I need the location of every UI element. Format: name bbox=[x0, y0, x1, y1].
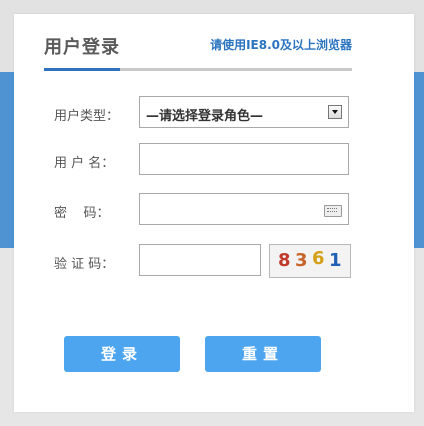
keyboard-icon[interactable] bbox=[324, 205, 342, 217]
button-row: 登录 重置 bbox=[14, 336, 414, 372]
captcha-input[interactable] bbox=[139, 244, 261, 276]
login-header: 用户登录 请使用IE8.0及以上浏览器 bbox=[44, 14, 352, 74]
captcha-image[interactable]: 8 3 6 1 bbox=[269, 244, 351, 278]
header-divider bbox=[44, 68, 352, 71]
role-select-value: —请选择登录角色— bbox=[146, 109, 264, 124]
role-row: 用户类型： —请选择登录角色— bbox=[14, 96, 414, 130]
captcha-digit: 3 bbox=[295, 250, 308, 271]
username-input[interactable] bbox=[139, 143, 349, 175]
captcha-digit: 6 bbox=[312, 248, 325, 269]
reset-button[interactable]: 重置 bbox=[205, 336, 321, 372]
login-button[interactable]: 登录 bbox=[64, 336, 180, 372]
captcha-digit: 8 bbox=[278, 250, 291, 271]
username-row: 用 户 名： bbox=[14, 143, 414, 177]
password-input[interactable] bbox=[139, 193, 349, 225]
captcha-digit: 1 bbox=[329, 250, 342, 271]
captcha-label: 验 证 码： bbox=[54, 257, 115, 272]
header-divider-accent bbox=[44, 68, 120, 71]
page-title: 用户登录 bbox=[44, 37, 120, 58]
password-label: 密 码： bbox=[54, 206, 110, 221]
username-label: 用 户 名： bbox=[54, 156, 115, 171]
browser-hint: 请使用IE8.0及以上浏览器 bbox=[210, 38, 352, 52]
login-panel: 用户登录 请使用IE8.0及以上浏览器 用户类型： —请选择登录角色— 用 户 … bbox=[14, 14, 414, 412]
chevron-down-icon[interactable] bbox=[328, 105, 342, 119]
role-select[interactable]: —请选择登录角色— bbox=[139, 96, 349, 128]
captcha-row: 验 证 码： 8 3 6 1 bbox=[14, 244, 414, 278]
role-label: 用户类型： bbox=[54, 109, 120, 124]
password-row: 密 码： bbox=[14, 193, 414, 227]
